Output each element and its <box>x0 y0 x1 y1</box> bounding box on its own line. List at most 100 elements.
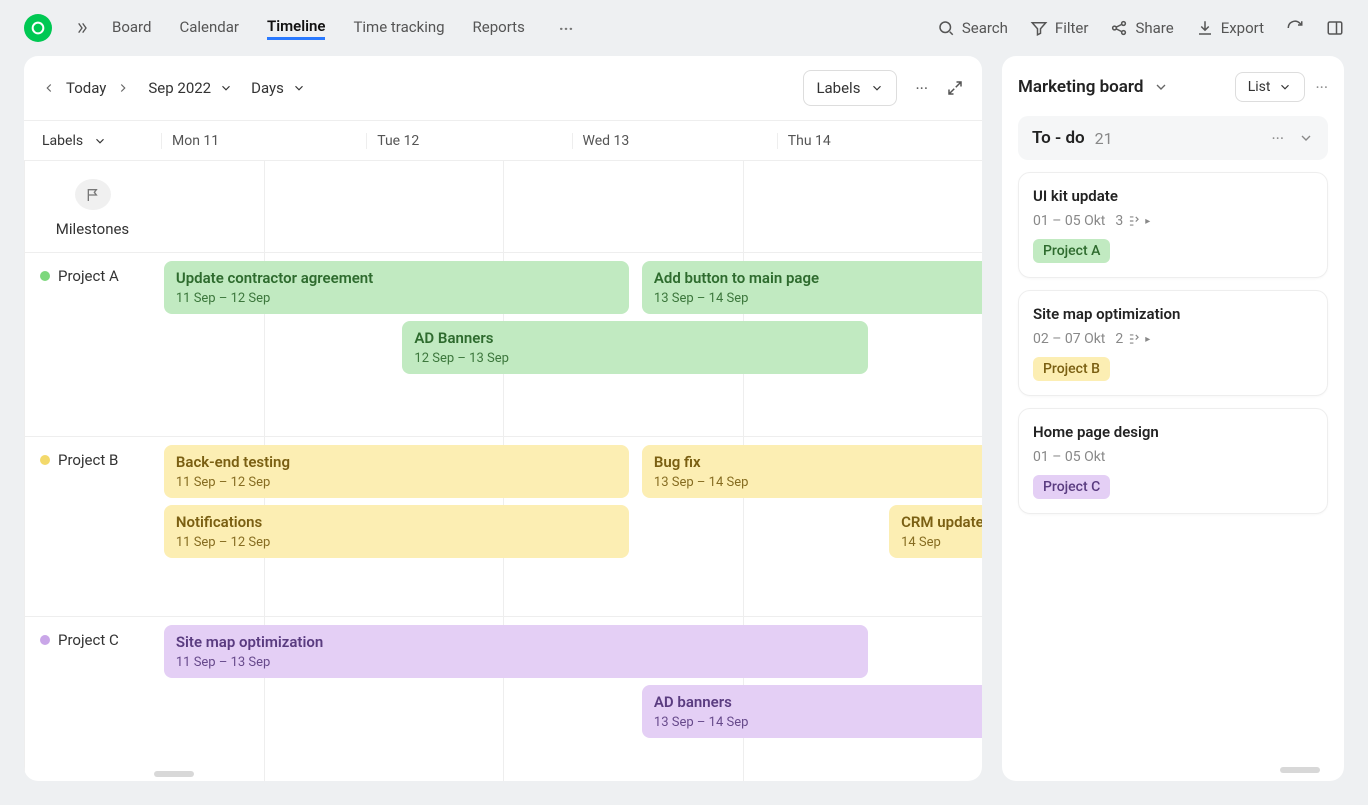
timeline-more-icon[interactable]: ··· <box>915 79 928 98</box>
app-logo[interactable] <box>24 14 52 42</box>
card-dates: 02 – 07 Okt <box>1033 331 1105 347</box>
task-title: Add button to main page <box>654 269 982 287</box>
day-header: Wed 13 <box>572 133 777 149</box>
task-dates: 11 Sep – 12 Sep <box>176 475 618 490</box>
card-tag: Project A <box>1033 239 1110 263</box>
play-icon: ▸ <box>1145 334 1150 345</box>
nav-reports[interactable]: Reports <box>473 18 525 38</box>
side-more-icon[interactable]: ··· <box>1315 78 1328 97</box>
group-title: To - do <box>1032 128 1085 148</box>
board-title: Marketing board <box>1018 77 1143 97</box>
flag-icon <box>75 179 111 210</box>
card-tag: Project B <box>1033 357 1110 381</box>
task-bar[interactable]: AD banners 13 Sep – 14 Sep <box>642 685 982 738</box>
side-scrollbar[interactable] <box>1280 767 1320 773</box>
labels-dropdown-label: Labels <box>816 79 860 97</box>
chevron-down-icon <box>93 134 107 148</box>
task-bar[interactable]: CRM update 14 Sep <box>889 505 982 558</box>
task-bar[interactable]: Site map optimization 11 Sep – 13 Sep <box>164 625 868 678</box>
horizontal-scrollbar[interactable] <box>154 771 194 777</box>
today-button[interactable]: Today <box>66 79 106 97</box>
task-title: Bug fix <box>654 453 982 471</box>
card-tag: Project C <box>1033 475 1110 499</box>
nav-more-icon[interactable]: ··· <box>553 19 579 38</box>
task-card[interactable]: UI kit update 01 – 05 Okt 3 ▸ Project A <box>1018 172 1328 278</box>
task-bar[interactable]: Back-end testing 11 Sep – 12 Sep <box>164 445 630 498</box>
filter-icon <box>1030 19 1048 37</box>
export-label: Export <box>1221 19 1264 37</box>
group-count: 21 <box>1095 129 1113 148</box>
task-bar[interactable]: Bug fix 13 Sep – 14 Sep <box>642 445 982 498</box>
card-title: UI kit update <box>1033 187 1313 205</box>
task-title: Notifications <box>176 513 618 531</box>
nav-board[interactable]: Board <box>112 18 151 38</box>
chevron-down-icon[interactable] <box>1153 79 1169 95</box>
day-header: Tue 12 <box>366 133 571 149</box>
task-dates: 12 Sep – 13 Sep <box>414 351 856 366</box>
unit-label: Days <box>251 79 284 97</box>
task-title: Update contractor agreement <box>176 269 618 287</box>
share-label: Share <box>1135 19 1173 37</box>
subtask-count: 2 <box>1115 331 1123 347</box>
task-title: AD banners <box>654 693 982 711</box>
next-period-icon[interactable] <box>116 81 130 95</box>
search-label: Search <box>962 19 1008 37</box>
share-icon <box>1110 19 1128 37</box>
chevron-down-icon <box>219 81 233 95</box>
nav-time-tracking[interactable]: Time tracking <box>353 18 444 38</box>
subtask-icon <box>1127 332 1141 346</box>
play-icon: ▸ <box>1145 216 1150 227</box>
view-mode-label: List <box>1248 79 1271 95</box>
card-dates: 01 – 05 Okt <box>1033 449 1105 465</box>
chevron-down-icon <box>292 81 306 95</box>
unit-select[interactable]: Days <box>251 79 306 97</box>
task-bar[interactable]: Update contractor agreement 11 Sep – 12 … <box>164 261 630 314</box>
group-more-icon[interactable]: ··· <box>1271 129 1284 148</box>
day-header: Thu 14 <box>777 133 982 149</box>
group-by-label: Labels <box>42 133 83 149</box>
task-dates: 11 Sep – 13 Sep <box>176 655 856 670</box>
fullscreen-icon[interactable] <box>946 79 964 97</box>
task-dates: 11 Sep – 12 Sep <box>176 535 618 550</box>
task-card[interactable]: Site map optimization 02 – 07 Okt 2 ▸ Pr… <box>1018 290 1328 396</box>
task-dates: 13 Sep – 14 Sep <box>654 715 982 730</box>
milestones-row-label: Milestones <box>24 161 161 252</box>
card-title: Site map optimization <box>1033 305 1313 323</box>
nav-calendar[interactable]: Calendar <box>179 18 239 38</box>
filter-label: Filter <box>1055 19 1089 37</box>
labels-dropdown[interactable]: Labels <box>803 70 897 106</box>
search-button[interactable]: Search <box>937 19 1008 37</box>
task-title: Back-end testing <box>176 453 618 471</box>
day-header: Mon 11 <box>161 133 366 149</box>
milestones-text: Milestones <box>56 220 129 238</box>
filter-button[interactable]: Filter <box>1030 19 1089 37</box>
month-label: Sep 2022 <box>148 79 211 97</box>
group-header-todo[interactable]: To - do 21 ··· <box>1018 116 1328 160</box>
export-button[interactable]: Export <box>1196 19 1264 37</box>
group-by-select[interactable]: Labels <box>24 133 161 149</box>
chevron-down-icon <box>1278 80 1292 94</box>
panel-toggle-icon[interactable] <box>1326 19 1344 37</box>
expand-nav-icon[interactable] <box>66 20 98 36</box>
chevron-down-icon[interactable] <box>1298 130 1314 146</box>
task-bar[interactable]: AD Banners 12 Sep – 13 Sep <box>402 321 868 374</box>
view-mode-select[interactable]: List <box>1235 72 1306 102</box>
task-dates: 13 Sep – 14 Sep <box>654 291 982 306</box>
task-card[interactable]: Home page design 01 – 05 Okt Project C <box>1018 408 1328 514</box>
search-icon <box>937 19 955 37</box>
task-dates: 13 Sep – 14 Sep <box>654 475 982 490</box>
refresh-icon[interactable] <box>1286 19 1304 37</box>
prev-period-icon[interactable] <box>42 81 56 95</box>
task-dates: 11 Sep – 12 Sep <box>176 291 618 306</box>
timeline-panel: Today Sep 2022 Days Labels ··· <box>24 56 982 781</box>
export-icon <box>1196 19 1214 37</box>
task-bar[interactable]: Notifications 11 Sep – 12 Sep <box>164 505 630 558</box>
subtask-count: 3 <box>1115 213 1123 229</box>
month-select[interactable]: Sep 2022 <box>148 79 233 97</box>
nav-timeline[interactable]: Timeline <box>267 17 325 40</box>
task-dates: 14 Sep <box>901 535 982 550</box>
main-nav: Board Calendar Timeline Time tracking Re… <box>112 17 579 40</box>
task-bar[interactable]: Add button to main page 13 Sep – 14 Sep <box>642 261 982 314</box>
share-button[interactable]: Share <box>1110 19 1173 37</box>
card-title: Home page design <box>1033 423 1313 441</box>
